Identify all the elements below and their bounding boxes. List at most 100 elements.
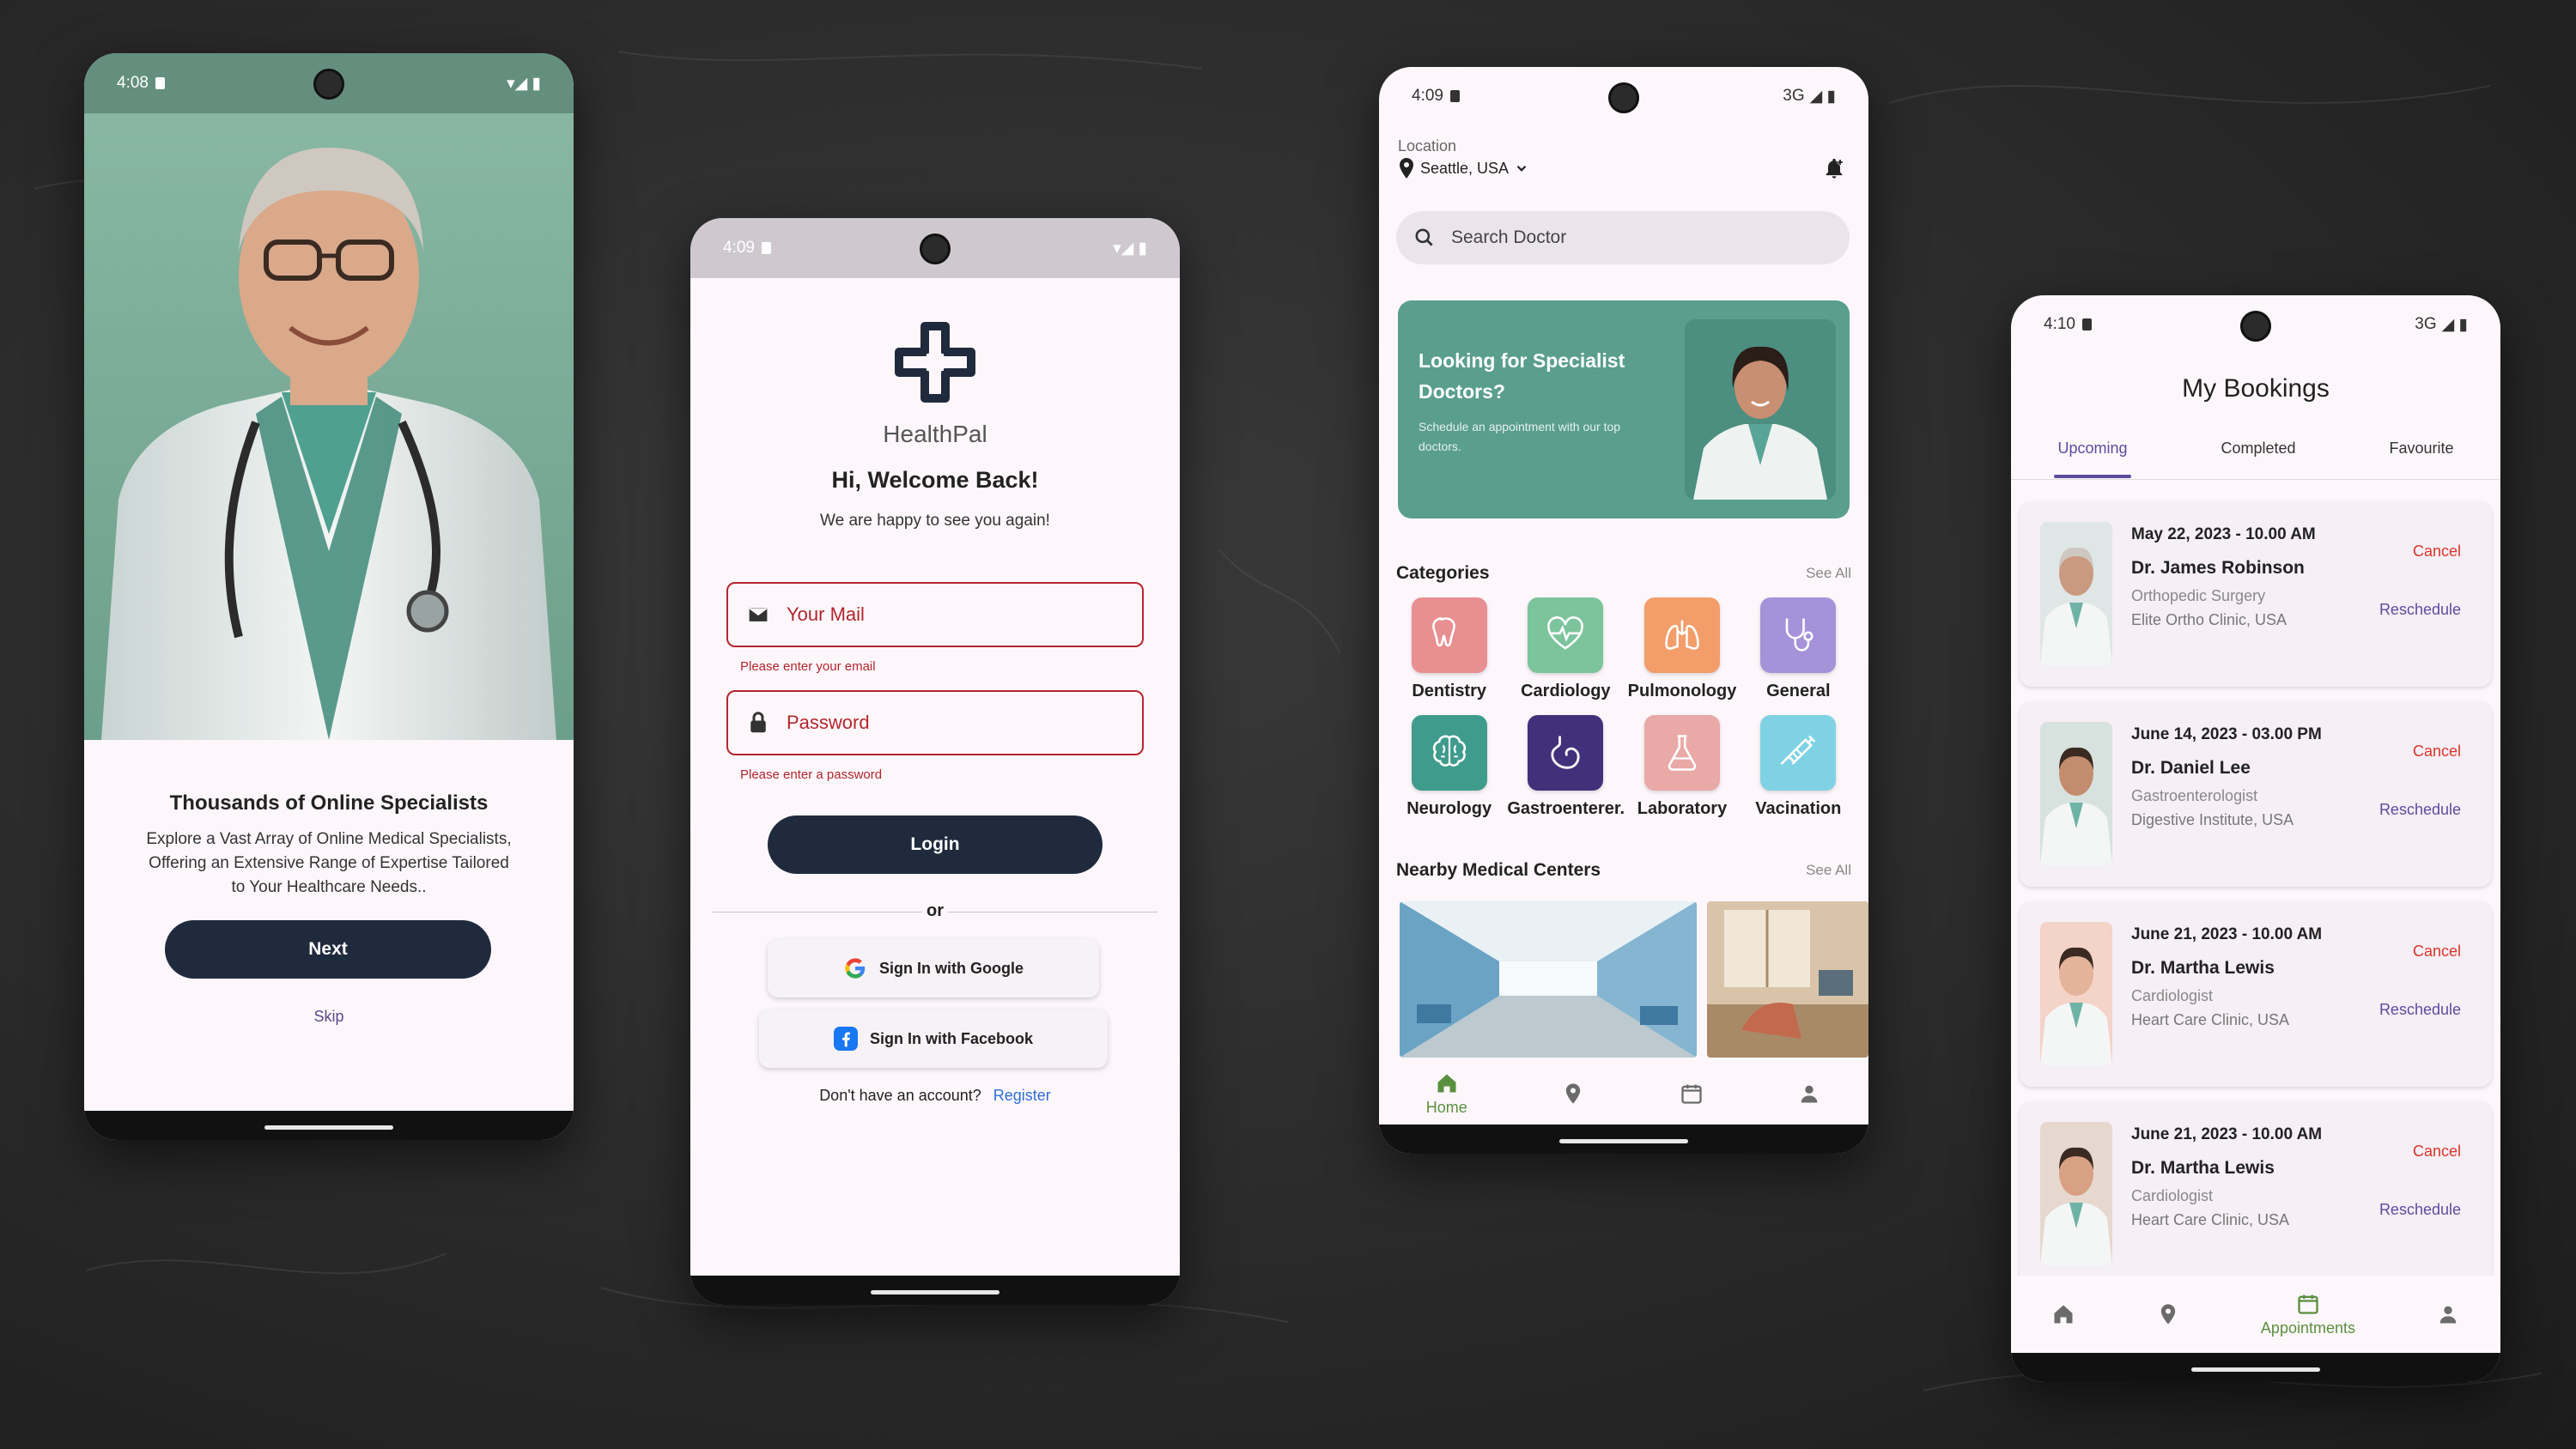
search-icon — [1415, 228, 1433, 246]
signal-icons: ▾◢ ▮ — [507, 74, 541, 93]
category-item[interactable]: Laboratory — [1624, 715, 1740, 819]
tab-favourite[interactable]: Favourite — [2389, 440, 2453, 458]
location-pin-icon — [1566, 1083, 1581, 1104]
onboarding-title: Thousands of Online Specialists — [169, 791, 489, 815]
home-indicator[interactable] — [264, 1125, 393, 1130]
booking-card[interactable]: June 21, 2023 - 10.00 AM Dr. Martha Lewis… — [2020, 1101, 2492, 1287]
specialist-banner[interactable]: Looking for Specialist Doctors? Schedule… — [1398, 300, 1850, 518]
search-placeholder: Search Doctor — [1451, 227, 1567, 247]
tab-completed[interactable]: Completed — [2221, 440, 2295, 458]
front-camera — [920, 233, 951, 264]
login-button[interactable]: Login — [768, 815, 1103, 874]
bookings-phone: 4:10 3G ◢ ▮ My Bookings Upcoming Complete… — [2011, 295, 2500, 1382]
email-field[interactable]: Your Mail — [726, 582, 1144, 647]
home-indicator[interactable] — [2191, 1367, 2320, 1372]
skip-link[interactable]: Skip — [84, 1008, 574, 1026]
front-camera — [1608, 82, 1639, 113]
tab-map[interactable] — [2156, 1302, 2180, 1326]
category-item[interactable]: Pulmonology — [1624, 597, 1740, 701]
home-indicator[interactable] — [1559, 1139, 1688, 1143]
categories-title: Categories — [1396, 563, 1490, 583]
category-item[interactable]: Neurology — [1391, 715, 1507, 819]
tab-upcoming[interactable]: Upcoming — [2054, 440, 2131, 478]
category-tile — [1643, 715, 1720, 791]
tab-home-label: Home — [1425, 1098, 1467, 1116]
tab-profile[interactable] — [1797, 1082, 1821, 1106]
category-item[interactable]: Gastroenterer... — [1507, 715, 1624, 819]
search-input[interactable]: Search Doctor — [1396, 211, 1850, 264]
status-time: 4:10 — [2044, 315, 2075, 333]
tab-map[interactable] — [1561, 1082, 1585, 1106]
signal-icon: ◢ ▮ — [1809, 87, 1836, 106]
register-link[interactable]: Register — [993, 1087, 1051, 1104]
email-placeholder: Your Mail — [787, 603, 865, 625]
no-account-text: Don't have an account? — [819, 1087, 981, 1104]
or-label: or — [922, 901, 948, 921]
lungs-icon — [1665, 620, 1699, 650]
tooth-icon — [1431, 617, 1455, 647]
chevron-down-icon — [1516, 165, 1527, 172]
category-label: Vacination — [1755, 799, 1842, 818]
home-indicator[interactable] — [871, 1290, 999, 1294]
next-button[interactable]: Next — [165, 920, 491, 979]
heart-pulse-icon — [1547, 616, 1584, 650]
category-item[interactable]: General — [1741, 597, 1856, 701]
bottom-navigation: Home — [1379, 1063, 1868, 1125]
google-signin-button[interactable]: Sign In with Google — [768, 939, 1099, 997]
nearby-see-all[interactable]: See All — [1806, 862, 1851, 879]
booking-tabs: Upcoming Completed Favourite — [2011, 440, 2500, 478]
doctor-specialty: Cardiologist — [2131, 987, 2214, 1004]
onboarding-description: Explore a Vast Array of Online Medical S… — [146, 830, 512, 896]
cancel-button[interactable]: Cancel — [2413, 543, 2461, 561]
tab-home[interactable]: Home — [1426, 1071, 1467, 1117]
cancel-button[interactable]: Cancel — [2413, 1143, 2461, 1161]
reschedule-button[interactable]: Reschedule — [2379, 601, 2461, 619]
reschedule-button[interactable]: Reschedule — [2379, 801, 2461, 819]
location-selector[interactable]: Seattle, USA — [1398, 158, 1529, 179]
cancel-button[interactable]: Cancel — [2413, 743, 2461, 761]
category-item[interactable]: Vacination — [1741, 715, 1856, 819]
reschedule-button[interactable]: Reschedule — [2379, 1201, 2461, 1219]
email-error: Please enter your email — [740, 659, 876, 674]
nearby-header: Nearby Medical Centers See All — [1396, 860, 1851, 881]
booking-date: June 14, 2023 - 03.00 PM — [2131, 725, 2322, 743]
medical-center-image[interactable] — [1400, 901, 1697, 1058]
medical-center-image[interactable] — [1707, 901, 1868, 1058]
category-label: General — [1766, 682, 1831, 700]
booking-date: June 21, 2023 - 10.00 AM — [2131, 1125, 2323, 1143]
sim-icon — [155, 77, 165, 89]
doctor-specialty: Orthopedic Surgery — [2131, 587, 2266, 604]
booking-card[interactable]: June 14, 2023 - 03.00 PM Dr. Daniel Lee Ga… — [2020, 701, 2492, 887]
lock-icon — [750, 712, 766, 733]
mail-icon — [747, 606, 769, 623]
password-placeholder: Password — [787, 712, 870, 733]
clinic-name: Heart Care Clinic, USA — [2131, 1011, 2290, 1028]
category-item[interactable]: Dentistry — [1391, 597, 1507, 701]
signal-icons: ▾◢ ▮ — [1113, 239, 1147, 258]
category-label: Neurology — [1406, 799, 1492, 818]
categories-see-all[interactable]: See All — [1806, 565, 1851, 582]
nearby-centers-carousel[interactable] — [1394, 901, 1868, 1058]
booking-card[interactable]: June 21, 2023 - 10.00 AM Dr. Martha Lewis… — [2020, 901, 2492, 1087]
notification-bell-icon[interactable] — [1822, 156, 1846, 180]
tab-appointments[interactable]: Appointments — [2261, 1292, 2355, 1337]
booking-card[interactable]: May 22, 2023 - 10.00 AM Dr. James Robinso… — [2020, 501, 2492, 687]
cancel-button[interactable]: Cancel — [2413, 943, 2461, 961]
categories-header: Categories See All — [1396, 563, 1851, 584]
tab-home[interactable] — [2051, 1302, 2075, 1326]
category-item[interactable]: Cardiology — [1507, 597, 1624, 701]
category-tile — [1643, 597, 1720, 673]
network-type: 3G — [2415, 315, 2437, 333]
stomach-icon — [1551, 736, 1580, 769]
network-type: 3G — [1783, 87, 1805, 105]
password-error: Please enter a password — [740, 767, 883, 782]
tab-profile[interactable] — [2436, 1302, 2460, 1326]
doctor-name: Dr. James Robinson — [2131, 558, 2305, 578]
tab-appointments-label: Appointments — [2260, 1319, 2355, 1337]
welcome-heading: Hi, Welcome Back! — [831, 467, 1039, 493]
reschedule-button[interactable]: Reschedule — [2379, 1001, 2461, 1019]
facebook-signin-button[interactable]: Sign In with Facebook — [759, 1009, 1108, 1068]
password-field[interactable]: Password — [726, 690, 1144, 755]
tab-calendar[interactable] — [1680, 1082, 1704, 1106]
syringe-icon — [1780, 735, 1816, 765]
